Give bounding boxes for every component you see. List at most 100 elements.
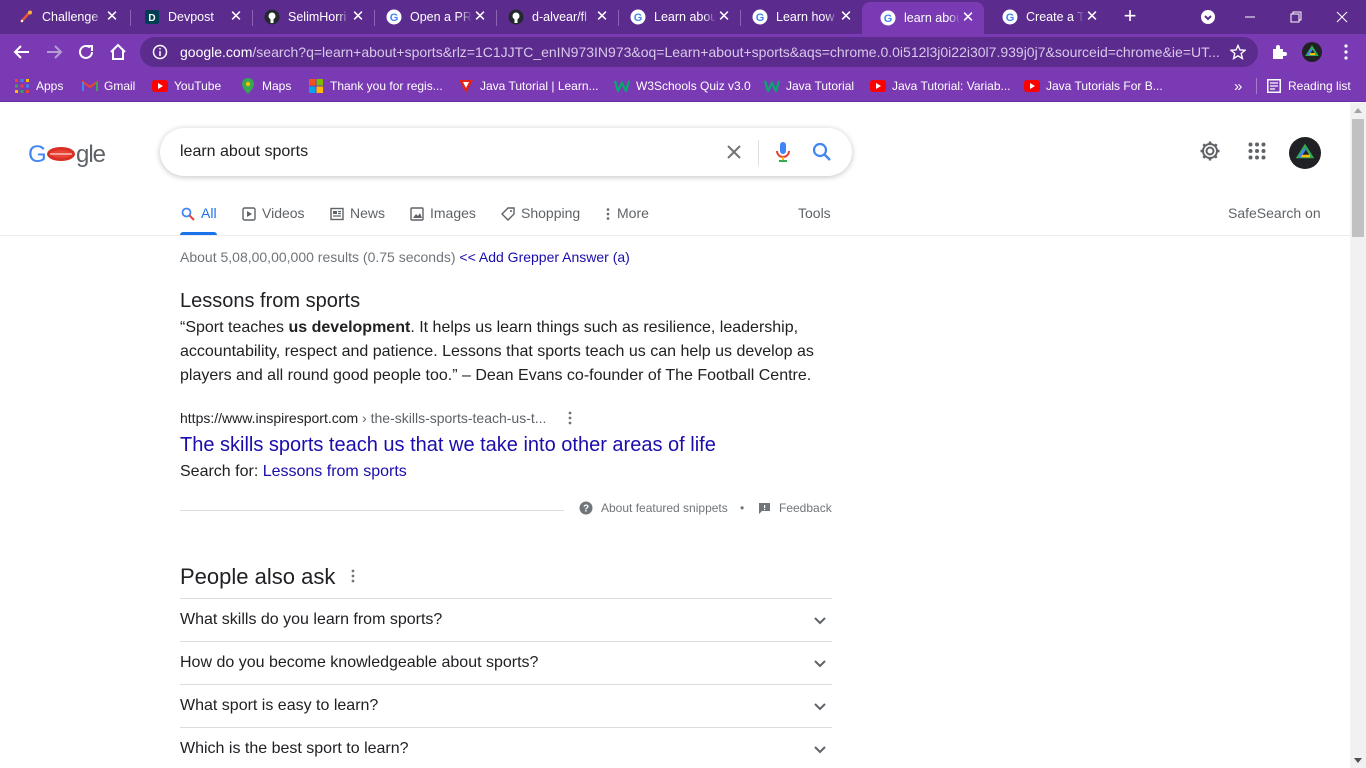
tab-devpost[interactable]: D Devpost ✕ (126, 2, 252, 32)
restore-button[interactable] (1278, 4, 1314, 30)
paa-question[interactable]: Which is the best sport to learn? (180, 727, 832, 768)
bookmark-youtube[interactable]: YouTube (152, 76, 221, 96)
feedback-link[interactable]: Feedback (757, 501, 832, 515)
gmail-icon (82, 78, 98, 94)
result-title-link[interactable]: The skills sports teach us that we take … (180, 434, 716, 457)
tab-github-selim[interactable]: SelimHorri ✕ (246, 2, 374, 32)
bookmark-label: Thank you for regis... (330, 79, 443, 93)
google-favicon: G (880, 10, 896, 26)
google-doodle-logo: G gle (28, 141, 107, 168)
close-window-button[interactable] (1324, 4, 1360, 30)
bookmark-maps[interactable]: Maps (240, 76, 291, 96)
clear-search-button[interactable] (722, 140, 746, 164)
svg-text:G: G (884, 13, 893, 25)
tab-images[interactable]: Images (409, 203, 476, 235)
search-submit-button[interactable] (810, 140, 834, 164)
tab-more[interactable]: More (604, 203, 649, 235)
tools-button[interactable]: Tools (798, 203, 831, 235)
tab-create-tr[interactable]: G Create a Tr ✕ (984, 2, 1108, 32)
page-scrollbar[interactable] (1350, 103, 1366, 768)
about-snippets-link[interactable]: ? About featured snippets (579, 501, 728, 515)
bookmark-thank-you[interactable]: Thank you for regis... (308, 76, 443, 96)
snippet-text-bold: us development (288, 319, 411, 336)
close-icon[interactable]: ✕ (960, 10, 976, 26)
bookmark-java-tutorial[interactable]: Java Tutorial (764, 76, 854, 96)
voice-search-button[interactable] (771, 140, 795, 164)
search-input[interactable] (180, 143, 700, 161)
tab-title: SelimHorri (288, 10, 347, 24)
close-icon[interactable]: ✕ (1084, 9, 1100, 25)
search-box (160, 128, 852, 176)
bookmark-w3schools-quiz[interactable]: W3Schools Quiz v3.0 (614, 76, 751, 96)
restore-icon (1290, 11, 1302, 23)
back-button[interactable] (8, 38, 36, 66)
close-icon[interactable]: ✕ (228, 9, 244, 25)
svg-text:D: D (148, 13, 155, 24)
tab-challenge[interactable]: Challenge ✕ (0, 2, 128, 32)
chevron-down-icon (812, 699, 828, 715)
bookmark-label: Java Tutorial | Learn... (480, 79, 599, 93)
reading-list-button[interactable]: Reading list (1266, 76, 1351, 96)
avatar-icon (1295, 143, 1315, 159)
address-bar[interactable]: google.com/search?q=learn+about+sports&r… (140, 37, 1258, 67)
tab-label: News (350, 205, 386, 221)
home-button[interactable] (104, 38, 132, 66)
close-icon[interactable]: ✕ (716, 9, 732, 25)
tab-learn-about-sports-active[interactable]: G learn abou ✕ (862, 2, 984, 34)
result-options-button[interactable] (562, 409, 578, 427)
bookmark-label: W3Schools Quiz v3.0 (636, 79, 751, 93)
menu-button[interactable] (1336, 42, 1356, 62)
new-tab-button[interactable]: + (1118, 5, 1142, 29)
tab-all[interactable]: All (180, 203, 217, 235)
bookmarks-overflow-button[interactable]: » (1234, 76, 1242, 96)
chevron-down-icon (812, 656, 828, 672)
bookmark-star-button[interactable] (1224, 40, 1252, 64)
search-tabs: All Videos News Images Shopping More Too… (0, 203, 1350, 236)
scrollbar-thumb[interactable] (1352, 119, 1364, 237)
tab-github-dalvear[interactable]: d-alvear/fl ✕ (490, 2, 618, 32)
paa-question[interactable]: What skills do you learn from sports? (180, 598, 832, 641)
tab-videos[interactable]: Videos (241, 203, 305, 235)
scroll-up-arrow[interactable] (1354, 108, 1362, 113)
paa-options-button[interactable] (345, 567, 361, 585)
settings-button[interactable] (1198, 139, 1222, 163)
close-icon[interactable]: ✕ (350, 9, 366, 25)
arrow-left-icon (13, 45, 29, 59)
tab-title: Create a Tr (1026, 10, 1084, 24)
tab-news[interactable]: News (329, 203, 385, 235)
tab-strip: Challenge ✕ D Devpost ✕ SelimHorri ✕ G O… (0, 0, 1366, 34)
apps-grid-icon (14, 78, 30, 94)
close-icon[interactable]: ✕ (838, 9, 854, 25)
extensions-button[interactable] (1269, 42, 1289, 62)
bookmark-java-tutorials-beginners[interactable]: Java Tutorials For B... (1024, 76, 1163, 96)
bookmark-gmail[interactable]: Gmail (82, 76, 135, 96)
scroll-down-arrow[interactable] (1354, 758, 1362, 763)
tab-open-pr[interactable]: G Open a PR ✕ (368, 2, 496, 32)
reload-button[interactable] (72, 38, 100, 66)
search-for-link[interactable]: Lessons from sports (263, 463, 407, 480)
tab-search-button[interactable] (1190, 4, 1226, 30)
close-icon[interactable]: ✕ (472, 9, 488, 25)
bookmark-apps[interactable]: Apps (14, 76, 63, 96)
forward-button[interactable] (40, 38, 68, 66)
tab-shopping[interactable]: Shopping (500, 203, 580, 235)
minimize-button[interactable] (1232, 4, 1268, 30)
tab-learn-how[interactable]: G Learn how ✕ (734, 2, 862, 32)
account-avatar[interactable] (1289, 137, 1321, 169)
reading-list-icon (1266, 78, 1282, 94)
close-icon[interactable]: ✕ (594, 9, 610, 25)
paa-question[interactable]: How do you become knowledgeable about sp… (180, 641, 832, 684)
bookmark-java-variables[interactable]: Java Tutorial: Variab... (870, 76, 1011, 96)
grepper-link[interactable]: << Add Grepper Answer (a) (459, 249, 629, 265)
feedback-label: Feedback (779, 501, 832, 515)
home-icon (110, 43, 126, 60)
tab-learn-about[interactable]: G Learn abou ✕ (612, 2, 740, 32)
paa-question[interactable]: What sport is easy to learn? (180, 684, 832, 727)
cite-host: https://www.inspiresport.com (180, 410, 359, 426)
google-logo[interactable]: G gle (28, 138, 108, 175)
google-apps-button[interactable] (1245, 139, 1269, 163)
bookmark-javatpoint[interactable]: Java Tutorial | Learn... (458, 76, 599, 96)
safesearch-toggle[interactable]: SafeSearch on (1228, 203, 1321, 235)
profile-avatar-toolbar[interactable] (1302, 42, 1322, 62)
close-icon[interactable]: ✕ (104, 9, 120, 25)
